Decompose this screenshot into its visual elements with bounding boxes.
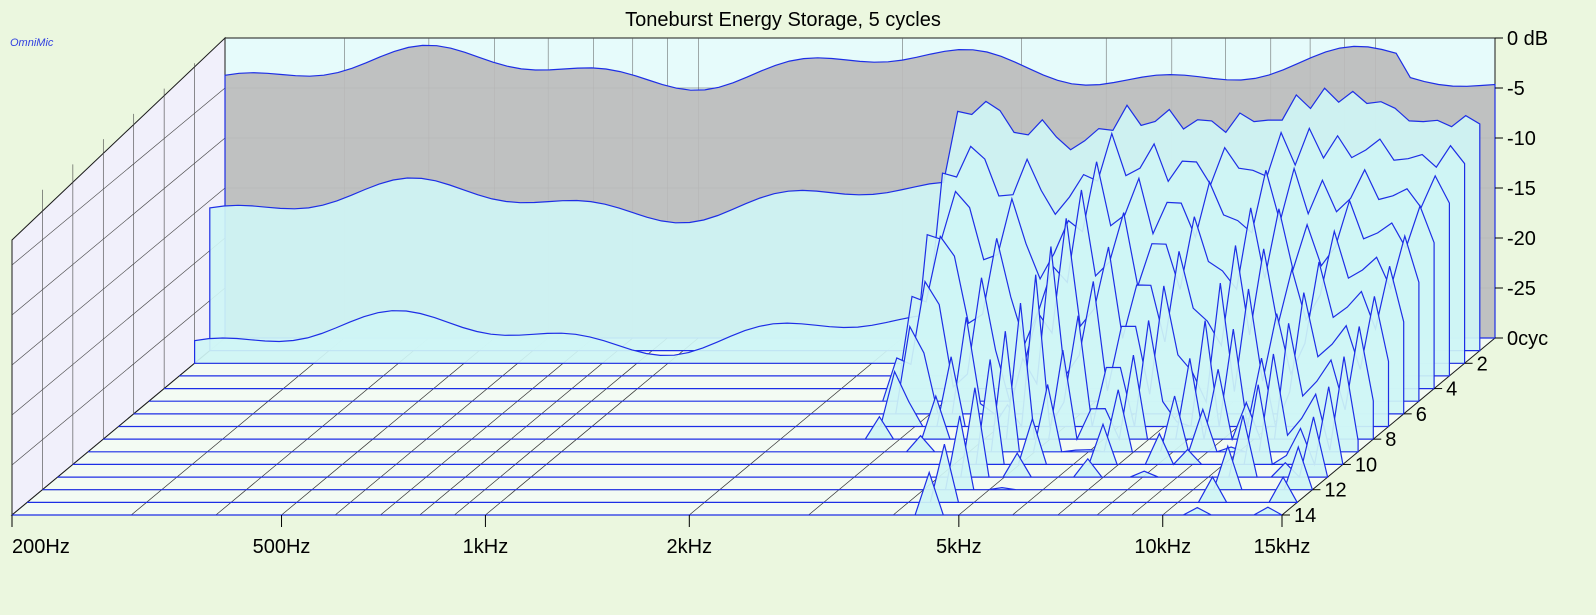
frequency-tick-label: 200Hz [12,536,70,558]
frequency-axis: 200Hz 500Hz 1kHz 2kHz 5kHz 10kHz 15kHz [11,515,1311,558]
cycles-tick-label: 8 [1385,429,1396,451]
level-tick-label: 0 dB [1507,28,1548,50]
omnimic-watermark: OmniMic [10,37,54,49]
level-axis: 0 dB -5 -10 -15 -20 -25 [1495,28,1548,300]
level-tick-label: -5 [1507,78,1525,100]
frequency-tick-label: 5kHz [936,536,982,558]
waterfall-chart: Toneburst Energy Storage, 5 cycles OmniM… [10,9,1548,558]
level-tick-label: -20 [1507,228,1536,250]
frequency-tick-label: 1kHz [463,536,509,558]
cycles-tick-label: 14 [1294,505,1316,527]
cycles-tick-label: 10 [1355,454,1377,476]
frequency-tick-label: 15kHz [1254,536,1311,558]
cycles-tick-label: 4 [1446,379,1457,401]
frequency-tick-label: 500Hz [253,536,311,558]
level-tick-label: -25 [1507,278,1536,300]
frequency-tick-label: 10kHz [1134,536,1191,558]
cycles-tick-label: 12 [1324,480,1346,502]
cycles-tick-label: 6 [1416,404,1427,426]
level-tick-label: -15 [1507,178,1536,200]
level-tick-label: -10 [1507,128,1536,150]
frequency-tick-label: 2kHz [667,536,713,558]
cycles-tick-label: 2 [1477,353,1488,375]
chart-title: Toneburst Energy Storage, 5 cycles [625,9,941,31]
cycles-tick-label: 0cyc [1507,328,1548,350]
